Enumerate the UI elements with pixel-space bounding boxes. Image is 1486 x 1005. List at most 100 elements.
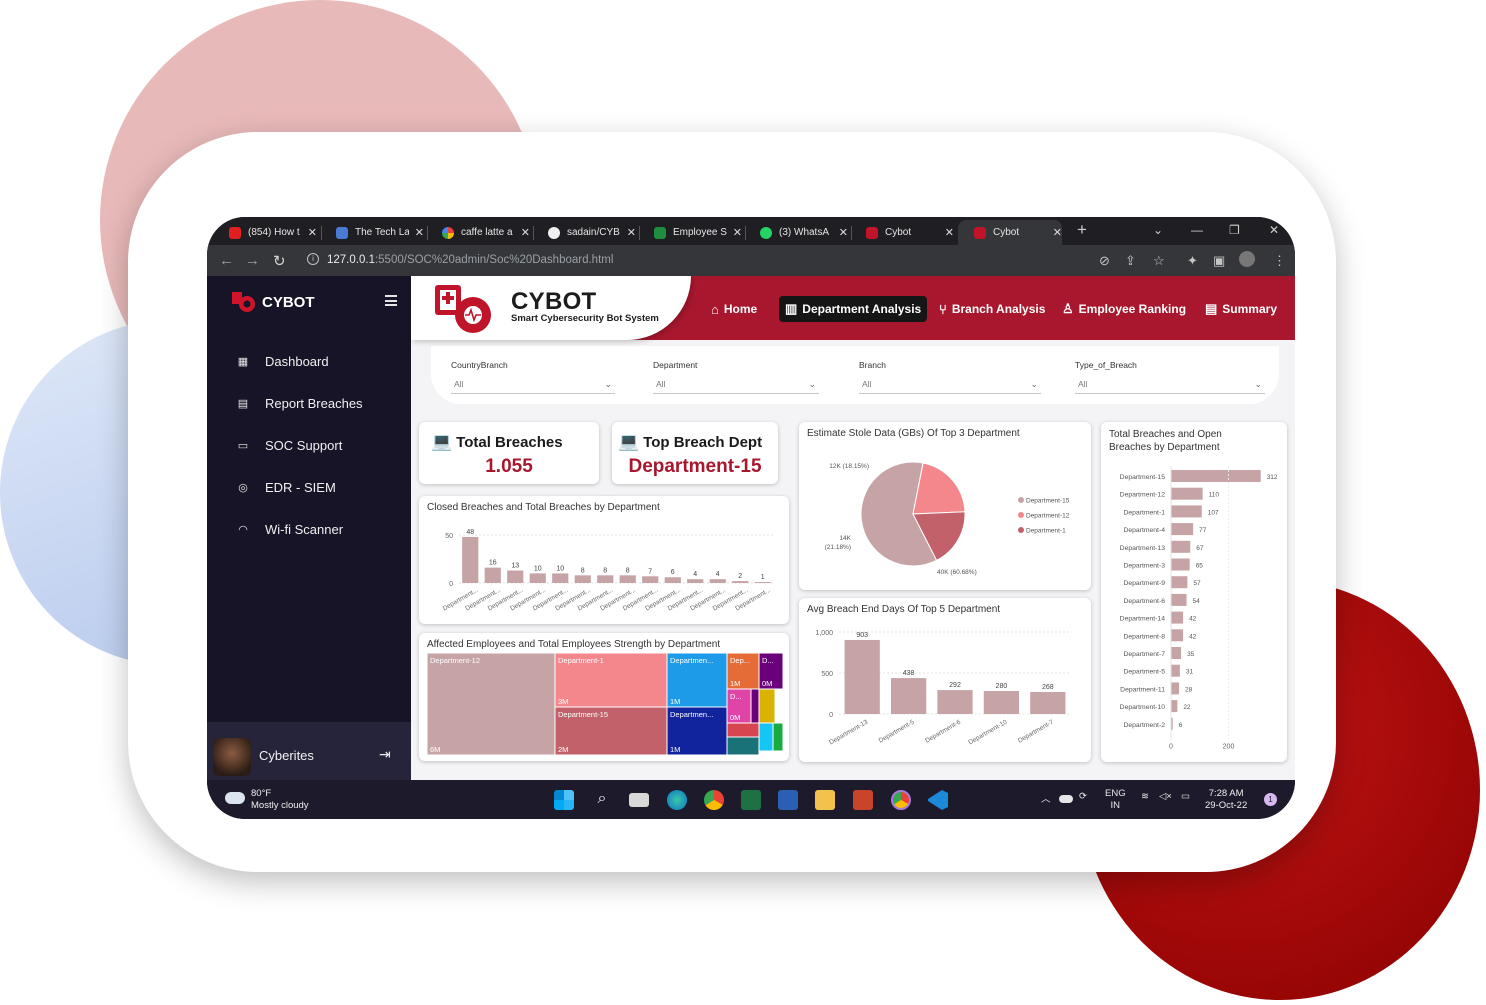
file-explorer-icon[interactable] bbox=[815, 790, 835, 810]
windows-start-icon[interactable] bbox=[554, 790, 574, 810]
nav-branch-analysis[interactable]: ⑂ Branch Analysis bbox=[933, 296, 1051, 322]
tracking-off-icon[interactable]: ⊘ bbox=[1099, 253, 1110, 269]
restore-button[interactable]: ❐ bbox=[1229, 223, 1240, 237]
word-icon[interactable] bbox=[778, 790, 798, 810]
filter-bar: CountryBranch All ⌄ Department All ⌄ Branc… bbox=[431, 346, 1279, 404]
browser-tab[interactable]: Cybot ✕ bbox=[850, 220, 954, 245]
logout-icon[interactable]: ⇥ bbox=[379, 746, 391, 763]
vscode-icon[interactable] bbox=[928, 790, 948, 810]
nav-department-analysis[interactable]: ▥ Department Analysis bbox=[779, 296, 928, 322]
volume-muted-icon[interactable]: ◁× bbox=[1159, 791, 1172, 802]
app-subtitle: Smart Cybersecurity Bot System bbox=[511, 313, 659, 324]
tray-chevron-icon[interactable]: ︿ bbox=[1041, 791, 1051, 805]
browser-tab[interactable]: (3) WhatsA ✕ bbox=[744, 220, 848, 245]
radar-icon: ◎ bbox=[238, 482, 248, 494]
battery-icon[interactable]: ▭ bbox=[1181, 791, 1190, 802]
avatar[interactable] bbox=[213, 738, 251, 776]
tab-search-icon[interactable]: ⌄ bbox=[1153, 223, 1163, 237]
treemap-value: 1M bbox=[670, 745, 680, 754]
kpi-top-breach-dept: 💻 Top Breach Dept Department-15 bbox=[612, 422, 778, 484]
system-clock[interactable]: 7:28 AM 29-Oct-22 bbox=[1205, 788, 1247, 812]
treemap-cell bbox=[726, 736, 760, 756]
browser-tab[interactable]: sadain/CYB ✕ bbox=[532, 220, 636, 245]
treemap-value: 1M bbox=[730, 679, 740, 688]
share-icon[interactable]: ⇪ bbox=[1125, 253, 1136, 269]
y-category-label: Department-11 bbox=[1120, 686, 1165, 693]
sidebar-item-edr-siem[interactable]: ◎ EDR - SIEM bbox=[237, 480, 336, 495]
reload-icon[interactable]: ↻ bbox=[273, 252, 286, 270]
nav-home[interactable]: ⌂ Home bbox=[705, 296, 763, 322]
type-of-breach-select[interactable]: All ⌄ bbox=[1075, 376, 1265, 394]
chrome-icon[interactable] bbox=[704, 790, 724, 810]
browser-tab-active[interactable]: Cybot ✕ bbox=[958, 220, 1062, 245]
close-icon[interactable]: ✕ bbox=[521, 226, 530, 239]
sync-icon[interactable]: ⟳ bbox=[1079, 791, 1087, 802]
ranking-icon: ♙ bbox=[1062, 301, 1074, 316]
sidebar-item-wifi-scanner[interactable]: ◠ Wi-fi Scanner bbox=[237, 522, 343, 537]
site-info-icon[interactable]: i bbox=[307, 253, 319, 265]
profile-icon[interactable] bbox=[1239, 251, 1255, 267]
bar bbox=[1171, 682, 1180, 695]
browser-tab[interactable]: Employee S ✕ bbox=[638, 220, 742, 245]
close-icon[interactable]: ✕ bbox=[733, 226, 742, 239]
chevron-down-icon: ⌄ bbox=[1254, 379, 1262, 389]
browser-tab[interactable]: The Tech La ✕ bbox=[320, 220, 424, 245]
google-icon bbox=[442, 226, 454, 239]
onedrive-icon[interactable] bbox=[1059, 795, 1073, 803]
language-indicator[interactable]: ENG IN bbox=[1105, 788, 1126, 812]
close-icon[interactable]: ✕ bbox=[308, 226, 317, 239]
close-window-button[interactable]: ✕ bbox=[1269, 223, 1279, 237]
treemap-value: 3M bbox=[558, 697, 568, 706]
bar bbox=[484, 567, 501, 583]
task-view-icon[interactable] bbox=[629, 793, 649, 807]
treemap-label: Departmen... bbox=[670, 710, 713, 719]
data-label: 35 bbox=[1187, 651, 1195, 658]
data-label: 268 bbox=[1042, 684, 1054, 691]
menu-toggle-icon[interactable] bbox=[385, 295, 397, 309]
nav-employee-ranking[interactable]: ♙ Employee Ranking bbox=[1056, 296, 1192, 322]
close-icon[interactable]: ✕ bbox=[415, 226, 424, 239]
notification-badge[interactable]: 1 bbox=[1264, 793, 1277, 806]
extensions-icon[interactable]: ✦ bbox=[1187, 253, 1198, 269]
bar bbox=[1030, 692, 1066, 714]
sidebar-item-dashboard[interactable]: ▦ Dashboard bbox=[237, 354, 329, 369]
data-label: 1 bbox=[761, 574, 765, 581]
sidebar-item-report-breaches[interactable]: ▤ Report Breaches bbox=[237, 396, 363, 411]
branch-select[interactable]: All ⌄ bbox=[859, 376, 1041, 394]
treemap-label: Departmen... bbox=[670, 656, 713, 665]
minimize-button[interactable]: — bbox=[1191, 223, 1203, 237]
wifi-tray-icon[interactable]: ≋ bbox=[1141, 791, 1149, 802]
nav-summary[interactable]: ▤ Summary bbox=[1199, 296, 1283, 322]
chrome-active-icon[interactable] bbox=[891, 790, 911, 810]
sidebar-logo[interactable]: CYBOT bbox=[231, 290, 315, 314]
department-select[interactable]: All ⌄ bbox=[653, 376, 819, 394]
menu-dots-icon[interactable]: ⋮ bbox=[1273, 253, 1286, 269]
legend-marker bbox=[1018, 527, 1024, 533]
sidebar-item-soc-support[interactable]: ▭ SOC Support bbox=[237, 438, 343, 453]
back-icon[interactable]: ← bbox=[219, 252, 234, 269]
close-icon[interactable]: ✕ bbox=[627, 226, 636, 239]
forward-icon[interactable]: → bbox=[245, 252, 260, 269]
excel-icon[interactable] bbox=[741, 790, 761, 810]
url-field[interactable]: i 127.0.0.1:5500/SOC%20admin/Soc%20Dashb… bbox=[299, 248, 1179, 272]
browser-tab[interactable]: (854) How t ✕ bbox=[213, 220, 317, 245]
weather-widget[interactable]: 80°F Mostly cloudy bbox=[225, 788, 309, 812]
x-tick-label: Department-5 bbox=[878, 718, 916, 744]
chevron-down-icon: ⌄ bbox=[1030, 379, 1038, 389]
data-label: 312 bbox=[1267, 474, 1278, 481]
site-icon bbox=[336, 226, 348, 239]
treemap-cell bbox=[426, 652, 556, 756]
data-label: 10 bbox=[556, 565, 564, 572]
new-tab-button[interactable]: + bbox=[1077, 220, 1087, 240]
close-icon[interactable]: ✕ bbox=[839, 226, 848, 239]
edge-icon[interactable] bbox=[667, 790, 687, 810]
bookmark-star-icon[interactable]: ☆ bbox=[1153, 253, 1165, 269]
close-icon[interactable]: ✕ bbox=[1053, 226, 1062, 239]
browser-tab[interactable]: caffe latte a ✕ bbox=[426, 220, 530, 245]
x-tick-label: 200 bbox=[1223, 744, 1235, 751]
powerpoint-icon[interactable] bbox=[853, 790, 873, 810]
search-icon[interactable]: ⌕ bbox=[592, 790, 612, 810]
close-icon[interactable]: ✕ bbox=[945, 226, 954, 239]
country-branch-select[interactable]: All ⌄ bbox=[451, 376, 615, 394]
side-panel-icon[interactable]: ▣ bbox=[1213, 253, 1225, 269]
